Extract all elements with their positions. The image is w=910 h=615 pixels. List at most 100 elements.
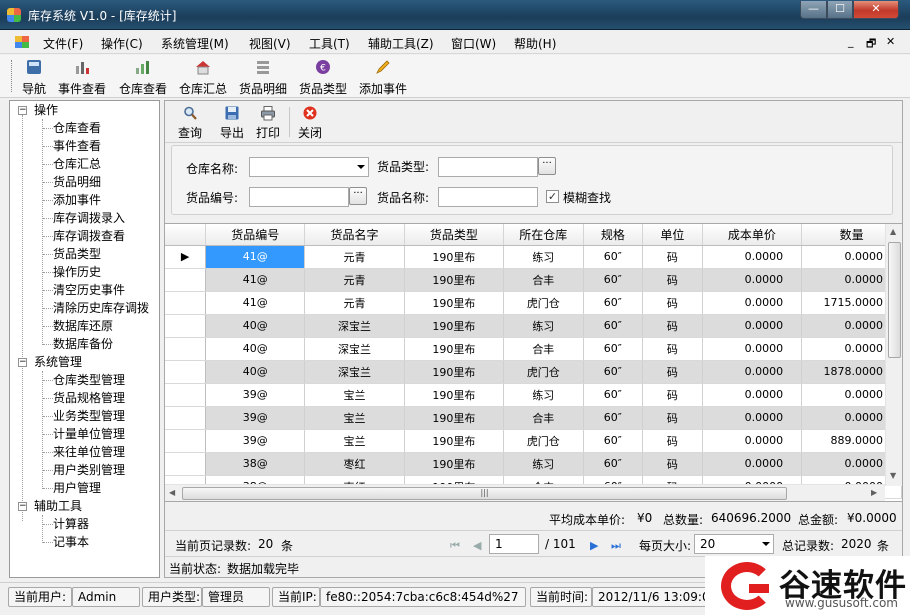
table-row[interactable]: 41@ 元青 190里布 虎门仓 60″ 码 0.0000 1715.0000 (165, 291, 902, 315)
table-cell[interactable]: 码 (642, 360, 703, 384)
tree-item[interactable]: 库存调拨录入 (53, 209, 125, 227)
next-page-icon[interactable]: ▶ (590, 539, 598, 552)
scroll-right-icon[interactable]: ▶ (871, 488, 877, 497)
fuzzy-search-checkbox[interactable]: ✓ (546, 190, 559, 203)
table-cell[interactable]: 深宝兰 (304, 337, 405, 361)
table-cell[interactable]: 0.0000 (702, 245, 803, 269)
tree-item[interactable]: 计量单位管理 (53, 425, 125, 443)
minimize-button[interactable]: — (800, 1, 827, 19)
table-cell[interactable]: 190里布 (404, 452, 505, 476)
table-cell[interactable]: 元青 (304, 245, 405, 269)
grid-vertical-scrollbar[interactable]: ▲ ▼ (885, 224, 902, 486)
table-cell[interactable]: 元青 (304, 291, 405, 315)
tree-item[interactable]: 用户管理 (53, 479, 101, 497)
column-header[interactable]: 货品编号 (205, 224, 306, 246)
table-cell[interactable]: 0.0000 (702, 268, 803, 292)
table-cell[interactable]: 0.0000 (702, 452, 803, 476)
tree-toggle-system[interactable]: − (18, 358, 27, 367)
menu-view[interactable]: 视图(V) (249, 35, 291, 52)
table-cell[interactable]: 码 (642, 406, 703, 430)
export-button[interactable]: 导出 (217, 105, 247, 141)
mdi-minimize-icon[interactable]: _ (848, 35, 854, 48)
table-cell[interactable]: 码 (642, 452, 703, 476)
close-window-button[interactable]: ✕ (853, 1, 899, 19)
toolbar-add-event-button[interactable]: 添加事件 (357, 58, 409, 97)
prev-page-icon[interactable]: ◀ (473, 539, 481, 552)
tree-item[interactable]: 计算器 (53, 515, 89, 533)
print-button[interactable]: 打印 (253, 105, 283, 141)
table-cell[interactable]: 0.0000 (702, 314, 803, 338)
table-cell[interactable]: 码 (642, 429, 703, 453)
row-header[interactable] (165, 314, 207, 338)
tree-item[interactable]: 业务类型管理 (53, 407, 125, 425)
menu-file[interactable]: 文件(F) (43, 35, 83, 52)
table-cell[interactable]: 60″ (583, 383, 644, 407)
query-button[interactable]: 查询 (175, 105, 205, 141)
goods-type-browse-button[interactable]: ··· (538, 157, 556, 175)
table-cell[interactable]: 练习 (503, 383, 584, 407)
table-cell[interactable]: 虎门仓 (503, 360, 584, 384)
current-page-input[interactable]: 1 (489, 534, 539, 554)
table-row[interactable]: 41@ 元青 190里布 合丰 60″ 码 0.0000 0.0000 (165, 268, 902, 292)
table-cell[interactable]: 合丰 (503, 406, 584, 430)
scroll-down-icon[interactable]: ▼ (890, 471, 896, 480)
table-cell[interactable]: 39@ (205, 429, 306, 453)
tree-group-operate[interactable]: 操作 (34, 101, 58, 119)
toolbar-navigation-button[interactable]: 导航 (18, 58, 50, 97)
table-cell[interactable]: 0.0000 (702, 291, 803, 315)
column-header[interactable]: 货品名字 (304, 224, 405, 246)
table-cell[interactable]: 60″ (583, 406, 644, 430)
tree-item[interactable]: 操作历史 (53, 263, 101, 281)
table-cell[interactable]: 合丰 (503, 337, 584, 361)
tree-item[interactable]: 货品规格管理 (53, 389, 125, 407)
table-row[interactable]: 39@ 宝兰 190里布 合丰 60″ 码 0.0000 0.0000 (165, 406, 902, 430)
table-row[interactable]: 40@ 深宝兰 190里布 合丰 60″ 码 0.0000 0.0000 (165, 337, 902, 361)
tree-group-aux[interactable]: 辅助工具 (34, 497, 82, 515)
table-cell[interactable]: 60″ (583, 268, 644, 292)
toolbar-warehouse-view-button[interactable]: 仓库查看 (117, 58, 169, 97)
table-cell[interactable]: 190里布 (404, 337, 505, 361)
table-cell[interactable]: 39@ (205, 383, 306, 407)
mdi-restore-icon[interactable]: 🗗 (866, 35, 876, 54)
table-cell[interactable]: 练习 (503, 314, 584, 338)
table-row[interactable]: 39@ 宝兰 190里布 练习 60″ 码 0.0000 0.0000 (165, 383, 902, 407)
table-cell[interactable]: 元青 (304, 268, 405, 292)
table-cell[interactable]: 41@ (205, 291, 306, 315)
column-header[interactable]: 货品类型 (404, 224, 505, 246)
table-cell[interactable]: 码 (642, 245, 703, 269)
tree-item[interactable]: 事件查看 (53, 137, 101, 155)
menu-window[interactable]: 窗口(W) (451, 35, 496, 52)
table-cell[interactable]: 190里布 (404, 360, 505, 384)
tree-toggle-aux[interactable]: − (18, 502, 27, 511)
table-cell[interactable]: 码 (642, 291, 703, 315)
toolbar-warehouse-summary-button[interactable]: 仓库汇总 (177, 58, 229, 97)
goods-name-input[interactable] (438, 187, 538, 207)
goods-code-input[interactable] (249, 187, 349, 207)
table-cell[interactable]: 41@ (205, 268, 306, 292)
row-header[interactable] (165, 268, 207, 292)
table-cell[interactable]: 40@ (205, 314, 306, 338)
tree-item[interactable]: 仓库汇总 (53, 155, 101, 173)
row-header[interactable] (165, 291, 207, 315)
tree-item[interactable]: 清除历史库存调拨 (53, 299, 149, 317)
goods-code-browse-button[interactable]: ··· (349, 187, 367, 205)
table-cell[interactable]: 码 (642, 337, 703, 361)
table-cell[interactable]: 190里布 (404, 291, 505, 315)
table-cell[interactable]: 60″ (583, 314, 644, 338)
table-cell[interactable]: 60″ (583, 337, 644, 361)
table-row[interactable]: 39@ 宝兰 190里布 虎门仓 60″ 码 0.0000 889.0000 (165, 429, 902, 453)
toolbar-event-view-button[interactable]: 事件查看 (56, 58, 108, 97)
table-cell[interactable]: 宝兰 (304, 429, 405, 453)
table-cell[interactable]: 60″ (583, 452, 644, 476)
scroll-thumb[interactable] (888, 242, 901, 358)
table-row[interactable]: 40@ 深宝兰 190里布 虎门仓 60″ 码 0.0000 1878.0000 (165, 360, 902, 384)
tree-item[interactable]: 货品类型 (53, 245, 101, 263)
table-cell[interactable]: 0.0000 (702, 360, 803, 384)
menu-tools[interactable]: 工具(T) (309, 35, 350, 52)
row-header[interactable]: ▶ (165, 245, 207, 269)
table-cell[interactable]: 码 (642, 314, 703, 338)
table-cell[interactable]: 码 (642, 268, 703, 292)
column-header[interactable]: 成本单价 (702, 224, 803, 246)
row-header[interactable] (165, 360, 207, 384)
table-cell[interactable]: 60″ (583, 360, 644, 384)
